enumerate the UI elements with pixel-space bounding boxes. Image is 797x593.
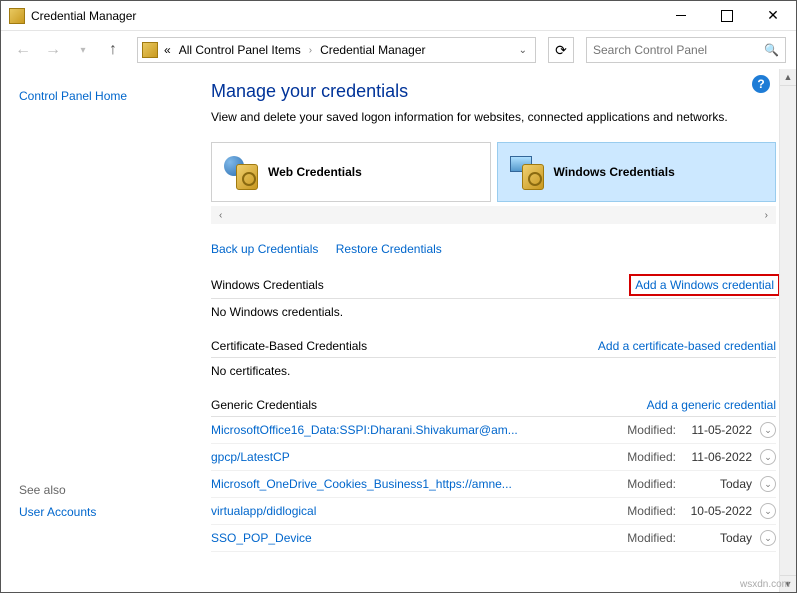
maximize-button[interactable] — [704, 1, 750, 31]
credential-row[interactable]: MicrosoftOffice16_Data:SSPI:Dharani.Shiv… — [211, 417, 776, 444]
up-button[interactable]: ↑ — [101, 38, 125, 62]
windows-credentials-empty: No Windows credentials. — [211, 299, 776, 319]
page-title: Manage your credentials — [211, 81, 776, 102]
expand-icon[interactable]: ⌄ — [760, 530, 776, 546]
modified-date: Today — [682, 531, 752, 545]
modified-date: 11-05-2022 — [682, 423, 752, 437]
expand-icon[interactable]: ⌄ — [760, 449, 776, 465]
modified-date: Today — [682, 477, 752, 491]
see-also-header: See also — [19, 483, 183, 497]
nav-bar: ← → ▾ ↑ « All Control Panel Items › Cred… — [1, 31, 796, 69]
sidebar: Control Panel Home See also User Account… — [1, 69, 201, 592]
expand-icon[interactable]: ⌄ — [760, 503, 776, 519]
credential-row[interactable]: virtualapp/didlogicalModified: 10-05-2022… — [211, 498, 776, 525]
address-bar[interactable]: « All Control Panel Items › Credential M… — [137, 37, 536, 63]
modified-date: 10-05-2022 — [682, 504, 752, 518]
search-input[interactable] — [593, 43, 764, 57]
modified-label: Modified: — [627, 423, 676, 437]
app-icon — [9, 8, 25, 24]
page-subtitle: View and delete your saved logon informa… — [211, 110, 776, 124]
card-nav: ‹ › — [211, 206, 776, 224]
search-icon[interactable]: 🔍 — [764, 43, 779, 57]
user-accounts-link[interactable]: User Accounts — [19, 505, 183, 519]
add-windows-credential-link[interactable]: Add a Windows credential — [635, 278, 774, 292]
crumb-all-items[interactable]: All Control Panel Items — [177, 43, 303, 57]
scroll-up-button[interactable]: ▲ — [780, 69, 796, 86]
main-content: ? Manage your credentials View and delet… — [201, 69, 796, 592]
modified-date: 11-06-2022 — [682, 450, 752, 464]
title-bar: Credential Manager ✕ — [1, 1, 796, 31]
restore-credentials-link[interactable]: Restore Credentials — [336, 242, 442, 256]
modified-label: Modified: — [627, 477, 676, 491]
add-certificate-credential-link[interactable]: Add a certificate-based credential — [598, 339, 776, 353]
credential-name[interactable]: MicrosoftOffice16_Data:SSPI:Dharani.Shiv… — [211, 423, 627, 437]
close-button[interactable]: ✕ — [750, 1, 796, 31]
windows-credentials-card[interactable]: Windows Credentials — [497, 142, 777, 202]
refresh-button[interactable]: ⟳ — [548, 37, 574, 63]
card-nav-right[interactable]: › — [765, 210, 768, 221]
watermark: wsxdn.com — [740, 579, 790, 590]
windows-credentials-section-title: Windows Credentials — [211, 278, 324, 292]
expand-icon[interactable]: ⌄ — [760, 476, 776, 492]
crumb-separator: › — [307, 45, 314, 56]
expand-icon[interactable]: ⌄ — [760, 422, 776, 438]
add-generic-credential-link[interactable]: Add a generic credential — [647, 398, 776, 412]
web-credentials-card[interactable]: Web Credentials — [211, 142, 491, 202]
search-box[interactable]: 🔍 — [586, 37, 786, 63]
window-title: Credential Manager — [31, 9, 136, 23]
modified-label: Modified: — [627, 450, 676, 464]
back-button[interactable]: ← — [11, 38, 35, 62]
credential-row[interactable]: SSO_POP_DeviceModified: Today ⌄ — [211, 525, 776, 552]
minimize-button[interactable] — [658, 1, 704, 31]
credential-row[interactable]: gpcp/LatestCPModified: 11-06-2022 ⌄ — [211, 444, 776, 471]
control-panel-home-link[interactable]: Control Panel Home — [19, 89, 183, 103]
credential-name[interactable]: virtualapp/didlogical — [211, 504, 627, 518]
certificate-credentials-section-title: Certificate-Based Credentials — [211, 339, 367, 353]
crumb-prefix: « — [162, 43, 173, 57]
web-credentials-label: Web Credentials — [268, 165, 362, 179]
forward-button[interactable]: → — [41, 38, 65, 62]
windows-credentials-label: Windows Credentials — [554, 165, 675, 179]
credential-name[interactable]: SSO_POP_Device — [211, 531, 627, 545]
certificate-credentials-empty: No certificates. — [211, 358, 776, 378]
windows-credentials-icon — [508, 154, 544, 190]
help-icon[interactable]: ? — [752, 75, 770, 93]
recent-locations-button[interactable]: ▾ — [71, 38, 95, 62]
address-icon — [142, 42, 158, 58]
web-credentials-icon — [222, 154, 258, 190]
crumb-credential-manager[interactable]: Credential Manager — [318, 43, 427, 57]
backup-credentials-link[interactable]: Back up Credentials — [211, 242, 318, 256]
modified-label: Modified: — [627, 531, 676, 545]
credential-name[interactable]: gpcp/LatestCP — [211, 450, 627, 464]
generic-credentials-section-title: Generic Credentials — [211, 398, 317, 412]
credential-name[interactable]: Microsoft_OneDrive_Cookies_Business1_htt… — [211, 477, 627, 491]
card-nav-left[interactable]: ‹ — [219, 210, 222, 221]
address-dropdown[interactable]: ⌄ — [515, 45, 531, 56]
credential-row[interactable]: Microsoft_OneDrive_Cookies_Business1_htt… — [211, 471, 776, 498]
vertical-scrollbar[interactable]: ▲ ▼ — [779, 69, 796, 592]
modified-label: Modified: — [627, 504, 676, 518]
